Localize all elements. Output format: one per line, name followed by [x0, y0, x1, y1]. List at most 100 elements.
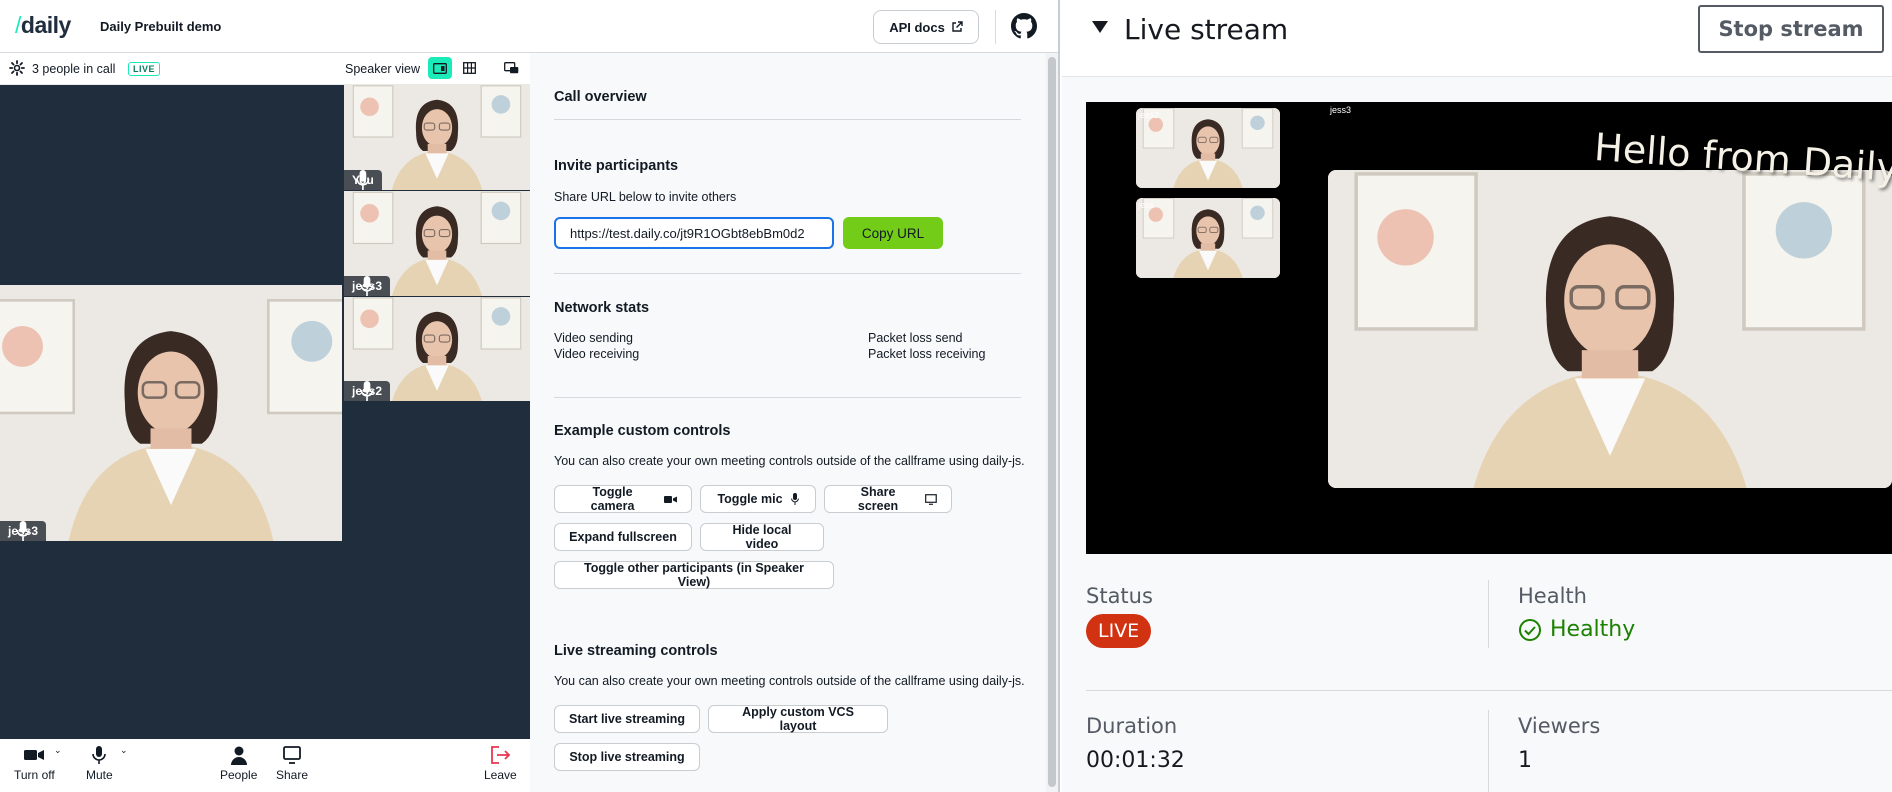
pip-button[interactable] — [499, 57, 523, 79]
check-circle-icon — [1519, 618, 1541, 641]
mic-options-caret[interactable]: ⌄ — [120, 745, 128, 756]
external-link-icon — [952, 21, 963, 32]
health-label: Health — [1518, 584, 1587, 608]
column-divider — [1488, 580, 1489, 648]
camera-icon — [664, 495, 677, 503]
mic-label: Mute — [86, 768, 113, 782]
status-live-pill: LIVE — [1086, 614, 1152, 648]
tile-label: jess3 — [0, 521, 47, 541]
app-header: /daily Daily Prebuilt demo API docs — [0, 0, 1058, 53]
speaker-view-button[interactable] — [428, 57, 452, 79]
microphone-icon — [790, 493, 799, 505]
share-button[interactable]: Share — [276, 745, 308, 782]
preview-tile-main — [1328, 170, 1892, 488]
gear-icon[interactable] — [9, 60, 25, 76]
leave-button[interactable]: Leave — [484, 745, 517, 782]
mic-icon — [356, 170, 370, 190]
github-icon[interactable] — [1011, 13, 1037, 39]
custom-controls-heading: Example custom controls — [554, 423, 731, 439]
live-stream-header: Live stream Stop stream — [1062, 0, 1892, 77]
mic-button[interactable]: Mute — [86, 745, 113, 782]
collapse-caret-icon[interactable] — [1092, 21, 1108, 33]
controls-panel: Call overview Invite participants Share … — [530, 53, 1046, 792]
preview-label: jess3 — [1330, 105, 1352, 115]
live-stream-title: Live stream — [1124, 13, 1289, 46]
live-streaming-subtext: You can also create your own meeting con… — [554, 674, 1025, 688]
invite-subtext: Share URL below to invite others — [554, 190, 737, 204]
preview-label: jess — [1138, 200, 1155, 210]
call-frame: 3 people in call LIVE Speaker view You — [0, 53, 530, 792]
column-divider — [1488, 710, 1489, 792]
custom-controls-subtext: You can also create your own meeting con… — [554, 454, 1025, 468]
screen-share-icon — [283, 746, 301, 764]
invite-heading: Invite participants — [554, 158, 679, 174]
picture-in-picture-icon — [503, 62, 518, 74]
viewers-value: 1 — [1518, 748, 1532, 773]
health-status: Healthy — [1518, 617, 1635, 642]
row-divider — [1086, 690, 1892, 691]
call-tray: Turn off ⌄ Mute ⌄ People Share Leave — [0, 739, 530, 792]
copy-url-button[interactable]: Copy URL — [843, 217, 943, 249]
demo-app: /daily Daily Prebuilt demo API docs 3 pe… — [0, 0, 1060, 792]
grid-view-icon — [462, 62, 476, 74]
packet-loss-receiving-stat: Packet loss receiving — [868, 347, 986, 361]
call-overview-heading: Call overview — [554, 89, 647, 105]
preview-tile-small — [1136, 198, 1280, 278]
status-label: Status — [1086, 584, 1153, 608]
participant-video — [0, 285, 342, 541]
toggle-others-button[interactable]: Toggle other participants (in Speaker Vi… — [554, 561, 834, 589]
video-tile-speaker[interactable]: jess3 — [0, 285, 342, 541]
tile-label: jess3 — [344, 276, 391, 296]
api-docs-label: API docs — [889, 19, 945, 35]
people-button[interactable]: People — [220, 745, 257, 782]
apply-vcs-layout-button[interactable]: Apply custom VCS layout — [708, 705, 888, 733]
hide-local-video-button[interactable]: Hide local video — [700, 523, 824, 551]
preview-label: jess2 — [1138, 110, 1160, 120]
camera-label: Turn off — [14, 768, 55, 782]
live-streaming-heading: Live streaming controls — [554, 643, 718, 659]
start-live-streaming-button[interactable]: Start live streaming — [554, 705, 700, 733]
share-screen-button[interactable]: Share screen — [824, 485, 952, 513]
toggle-camera-button[interactable]: Toggle camera — [554, 485, 692, 513]
people-count[interactable]: 3 people in call — [32, 62, 115, 76]
video-sending-stat: Video sending — [554, 331, 634, 345]
duration-value: 00:01:32 — [1086, 748, 1185, 773]
preview-video — [1328, 170, 1892, 488]
leave-label: Leave — [484, 768, 517, 782]
stop-live-streaming-button[interactable]: Stop live streaming — [554, 743, 700, 771]
network-stats-heading: Network stats — [554, 300, 650, 316]
preview-video — [1136, 198, 1280, 278]
call-top-bar: 3 people in call LIVE Speaker view — [0, 53, 530, 85]
camera-icon — [24, 750, 45, 760]
duration-label: Duration — [1086, 714, 1178, 738]
preview-video — [1136, 108, 1280, 188]
share-label: Share — [276, 768, 309, 782]
toggle-mic-button[interactable]: Toggle mic — [700, 485, 816, 513]
stop-stream-button[interactable]: Stop stream — [1698, 5, 1884, 53]
video-tile-you[interactable]: You — [344, 84, 530, 190]
camera-options-caret[interactable]: ⌄ — [54, 745, 62, 756]
speaker-view-icon — [433, 62, 447, 74]
stream-preview: jess2 jess jess3 Hello from Daily! — [1086, 102, 1892, 554]
viewers-label: Viewers — [1518, 714, 1601, 738]
invite-url-input[interactable]: https://test.daily.co/jt9R1OGbt8ebBm0d2 — [554, 217, 834, 249]
video-tile-jess3[interactable]: jess3 — [344, 191, 530, 296]
divider — [554, 273, 1021, 274]
tile-label: You — [344, 170, 382, 190]
scrollbar-thumb[interactable] — [1048, 57, 1056, 787]
video-receiving-stat: Video receiving — [554, 347, 640, 361]
camera-button[interactable]: Turn off — [14, 745, 55, 782]
health-value: Healthy — [1550, 617, 1636, 642]
mic-icon — [360, 276, 374, 296]
share-screen-label: Share screen — [857, 485, 899, 513]
video-tile-jess2[interactable]: jess2 — [344, 297, 530, 401]
grid-view-button[interactable] — [457, 57, 481, 79]
daily-logo[interactable]: /daily — [15, 12, 71, 39]
expand-fullscreen-button[interactable]: Expand fullscreen — [554, 523, 692, 551]
mic-icon — [16, 521, 30, 541]
header-divider — [995, 10, 996, 44]
panel-scrollbar[interactable] — [1046, 53, 1058, 792]
app-title: Daily Prebuilt demo — [100, 19, 222, 34]
view-label: Speaker view — [345, 62, 421, 76]
api-docs-button[interactable]: API docs — [873, 10, 979, 44]
